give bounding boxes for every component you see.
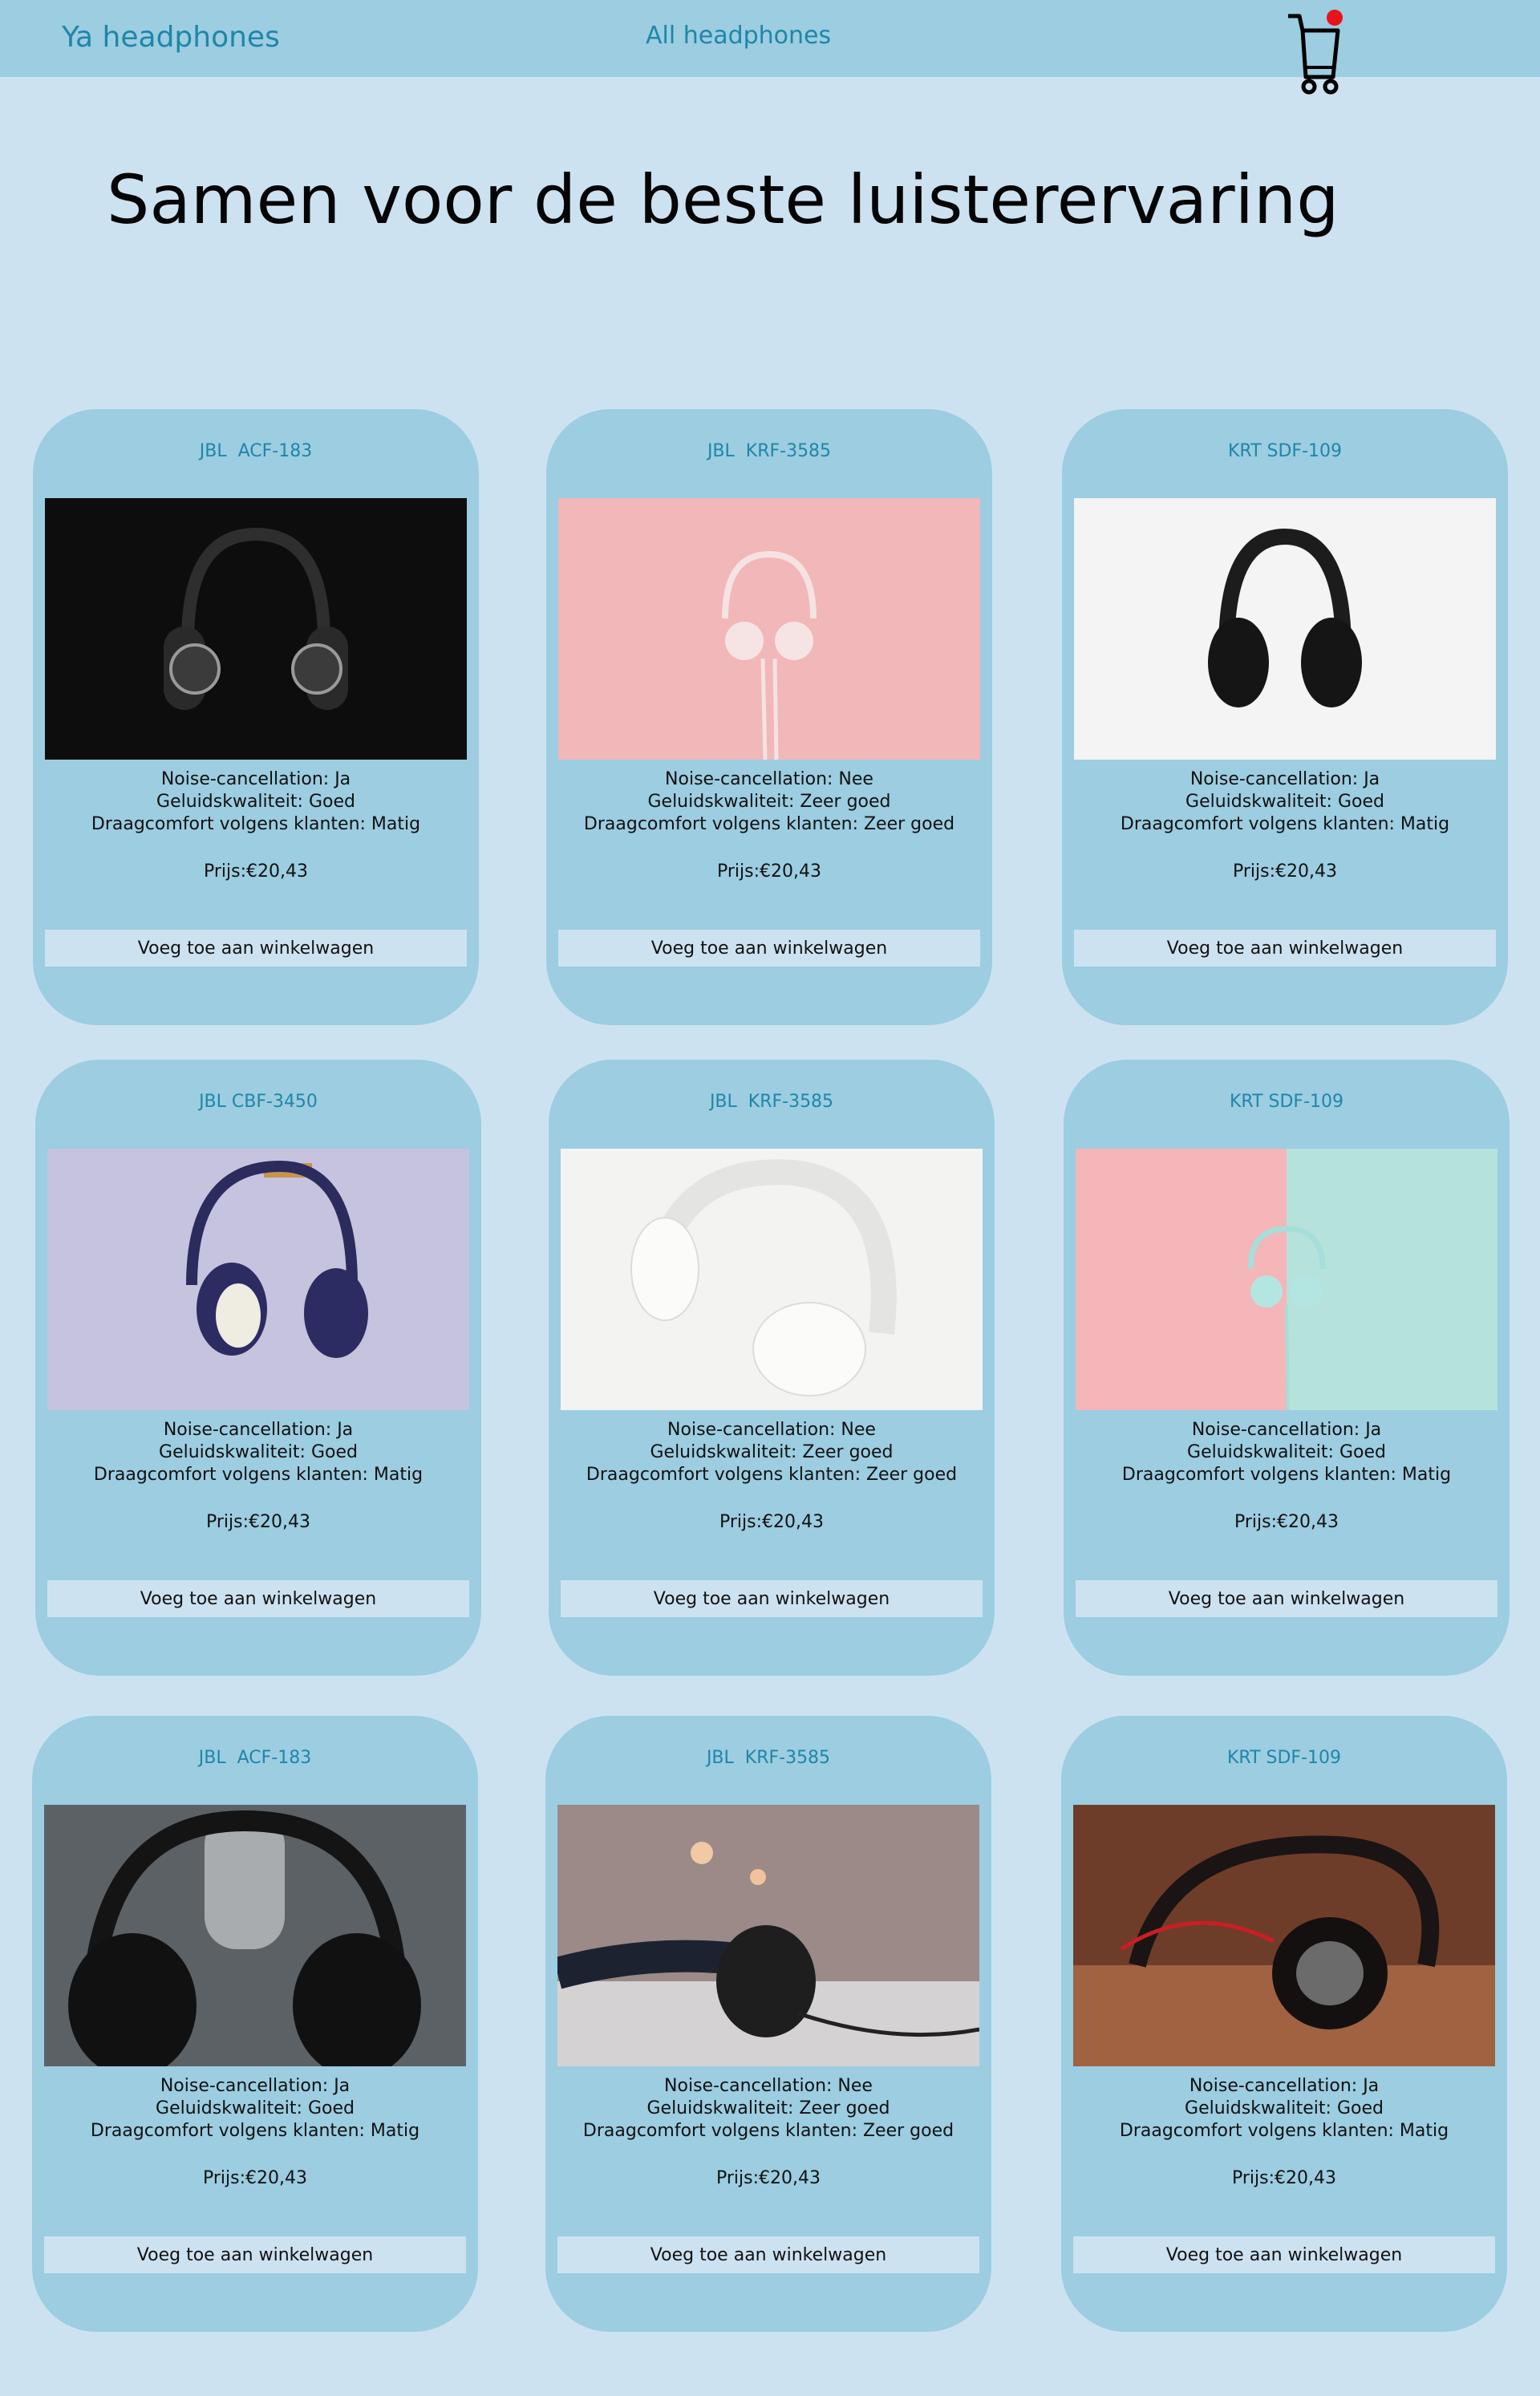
add-to-cart-button[interactable]: Voeg toe aan winkelwagen [557, 2236, 979, 2273]
page-title: Samen voor de beste luisterervaring [107, 160, 1339, 239]
comfort-text: Draagcomfort volgens klanten: Matig [1120, 814, 1450, 834]
add-to-cart-button[interactable]: Voeg toe aan winkelwagen [47, 1580, 469, 1617]
price-text: Prijs:€20,43 [202, 2168, 307, 2188]
comfort-text: Draagcomfort volgens klanten: Zeer goed [586, 1465, 958, 1485]
noise-cancellation-text: Noise-cancellation: Ja [1189, 769, 1380, 789]
sound-quality-text: Geluidskwaliteit: Goed [1187, 1442, 1386, 1462]
headphones-photo-icon [557, 1805, 979, 2066]
price-text: Prijs:€20,43 [1231, 2168, 1336, 2188]
noise-cancellation-text: Noise-cancellation: Nee [667, 1420, 876, 1440]
sound-quality-text: Geluidskwaliteit: Goed [156, 2098, 355, 2118]
price-text: Prijs:€20,43 [205, 1512, 310, 1532]
price-text: Prijs:€20,43 [1234, 1512, 1339, 1532]
price-text: Prijs:€20,43 [719, 1512, 824, 1532]
headphones-photo-icon [44, 1805, 466, 2066]
sound-quality-text: Geluidskwaliteit: Goed [1185, 2098, 1384, 2118]
comfort-text: Draagcomfort volgens klanten: Matig [93, 1465, 424, 1485]
product-image [47, 1149, 469, 1410]
product-name: KRT SDF-109 [1226, 1748, 1342, 1768]
product-image [557, 1805, 979, 2066]
product-name: KRT SDF-109 [1229, 1092, 1344, 1112]
sound-quality-text: Geluidskwaliteit: Zeer goed [646, 2098, 890, 2118]
headphones-photo-icon [1073, 1805, 1495, 2066]
product-name: JBL KRF-3585 [709, 1092, 834, 1112]
headphones-photo-icon [47, 1149, 469, 1410]
product-name: JBL KRF-3585 [707, 441, 832, 461]
add-to-cart-button[interactable]: Voeg toe aan winkelwagen [1074, 930, 1496, 967]
product-name: KRT SDF-109 [1227, 441, 1343, 461]
product-name: JBL ACF-183 [198, 1748, 312, 1768]
add-to-cart-button[interactable]: Voeg toe aan winkelwagen [1073, 2236, 1495, 2273]
comfort-text: Draagcomfort volgens klanten: Matig [91, 814, 421, 834]
headphones-photo-icon [561, 1149, 983, 1410]
product-card: JBL KRF-3585 Noise-cancellation: Nee Gel… [549, 1060, 995, 1676]
all-headphones-link[interactable]: All headphones [646, 22, 831, 50]
comfort-text: Draagcomfort volgens klanten: Matig [90, 2121, 420, 2141]
product-image [561, 1149, 983, 1410]
add-to-cart-button[interactable]: Voeg toe aan winkelwagen [561, 1580, 983, 1617]
product-image [44, 1805, 466, 2066]
product-image [1073, 1805, 1495, 2066]
price-text: Prijs:€20,43 [715, 2168, 821, 2188]
noise-cancellation-text: Noise-cancellation: Ja [160, 2076, 351, 2096]
product-card: KRT SDF-109 Noise-cancellation: Ja Gelui… [1062, 409, 1508, 1025]
product-name: JBL ACF-183 [199, 441, 313, 461]
product-image [1074, 498, 1496, 760]
product-image [1076, 1149, 1497, 1410]
headphones-photo-icon [45, 498, 467, 760]
product-image [558, 498, 980, 760]
product-card: JBL ACF-183 Noise-cancellation: Ja Gelui… [33, 409, 479, 1025]
comfort-text: Draagcomfort volgens klanten: Zeer goed [582, 2121, 954, 2141]
product-name: JBL CBF-3450 [199, 1092, 318, 1112]
product-card: KRT SDF-109 Noise-cancellation: Ja Gelui… [1064, 1060, 1510, 1676]
headphones-photo-icon [1076, 1149, 1497, 1410]
product-image [45, 498, 467, 760]
sound-quality-text: Geluidskwaliteit: Goed [1185, 792, 1384, 812]
price-text: Prijs:€20,43 [1232, 862, 1337, 882]
add-to-cart-button[interactable]: Voeg toe aan winkelwagen [558, 930, 980, 967]
shopping-cart-button[interactable] [1285, 8, 1348, 98]
shopping-cart-icon [1288, 10, 1343, 95]
add-to-cart-button[interactable]: Voeg toe aan winkelwagen [1076, 1580, 1497, 1617]
top-navbar: Ya headphones All headphones [0, 0, 1540, 95]
add-to-cart-button[interactable]: Voeg toe aan winkelwagen [45, 930, 467, 967]
noise-cancellation-text: Noise-cancellation: Ja [1191, 1420, 1382, 1440]
comfort-text: Draagcomfort volgens klanten: Matig [1121, 1465, 1452, 1485]
noise-cancellation-text: Noise-cancellation: Nee [664, 2076, 873, 2096]
comfort-text: Draagcomfort volgens klanten: Zeer goed [583, 814, 955, 834]
noise-cancellation-text: Noise-cancellation: Ja [163, 1420, 354, 1440]
sound-quality-text: Geluidskwaliteit: Goed [159, 1442, 358, 1462]
noise-cancellation-text: Noise-cancellation: Nee [665, 769, 873, 789]
product-card: JBL KRF-3585 Noise-cancellation: Nee Gel… [545, 1716, 991, 2332]
price-text: Prijs:€20,43 [716, 862, 821, 882]
comfort-text: Draagcomfort volgens klanten: Matig [1119, 2121, 1449, 2141]
brand-link[interactable]: Ya headphones [62, 21, 280, 54]
price-text: Prijs:€20,43 [203, 862, 308, 882]
product-card: JBL KRF-3585 Noise-cancellation: Nee Gel… [546, 409, 992, 1025]
sound-quality-text: Geluidskwaliteit: Zeer goed [650, 1442, 894, 1462]
cart-badge [1327, 10, 1343, 26]
headphones-photo-icon [558, 498, 980, 760]
noise-cancellation-text: Noise-cancellation: Ja [1189, 2076, 1380, 2096]
sound-quality-text: Geluidskwaliteit: Zeer goed [647, 792, 891, 812]
add-to-cart-button[interactable]: Voeg toe aan winkelwagen [44, 2236, 466, 2273]
product-card: JBL CBF-3450 Noise-cancellation: Ja Gelu… [35, 1060, 481, 1676]
product-name: JBL KRF-3585 [706, 1748, 831, 1768]
sound-quality-text: Geluidskwaliteit: Goed [156, 792, 355, 812]
noise-cancellation-text: Noise-cancellation: Ja [160, 769, 351, 789]
headphones-photo-icon [1074, 498, 1496, 760]
product-card: JBL ACF-183 Noise-cancellation: Ja Gelui… [32, 1716, 478, 2332]
product-card: KRT SDF-109 Noise-cancellation: Ja Gelui… [1061, 1716, 1507, 2332]
